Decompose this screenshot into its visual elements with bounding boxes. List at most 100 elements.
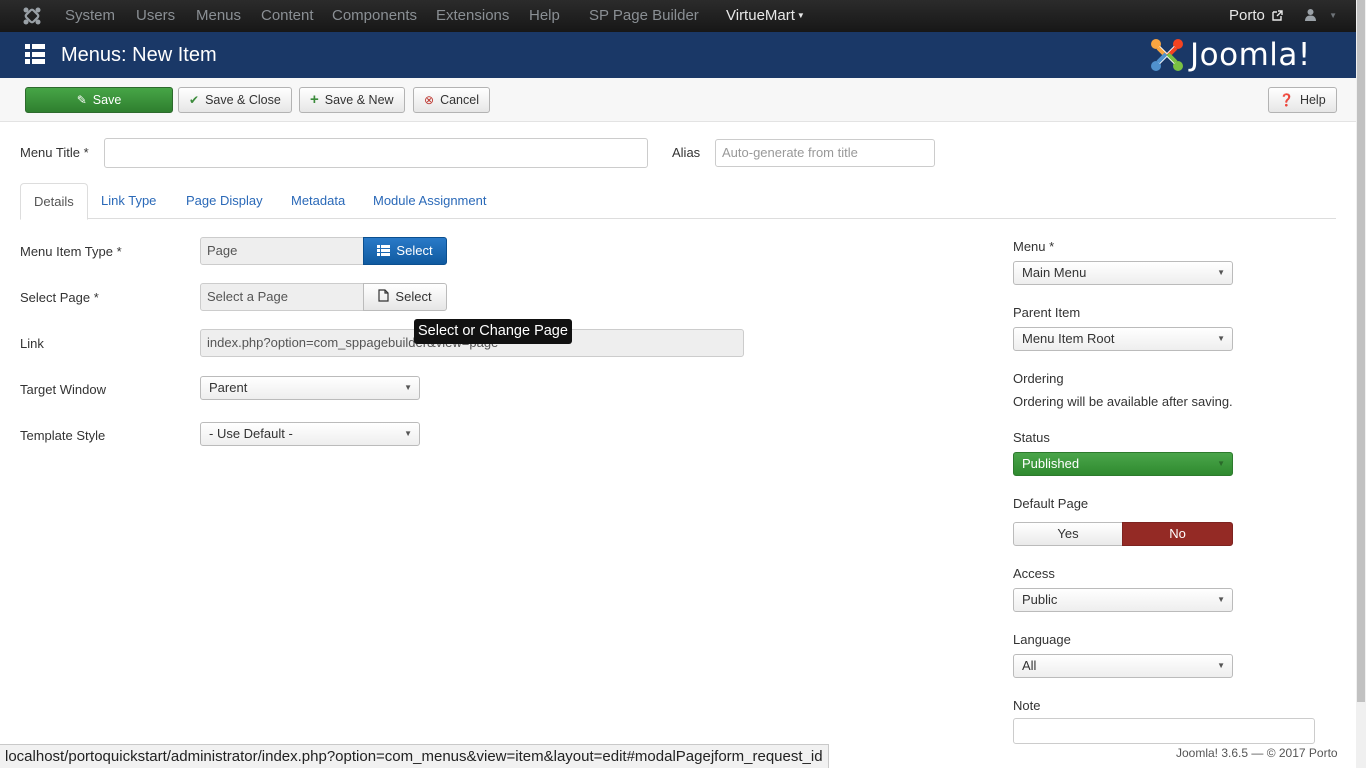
status-select[interactable]: Published ▼	[1013, 452, 1233, 476]
target-window-label: Target Window	[20, 382, 106, 397]
default-page-yes[interactable]: Yes	[1013, 522, 1123, 546]
menu-item-type-select-button[interactable]: Select	[363, 237, 447, 265]
chevron-down-icon: ▼	[1217, 459, 1225, 468]
menu-item-type-label: Menu Item Type *	[20, 244, 122, 259]
save-close-button[interactable]: ✔ Save & Close	[178, 87, 292, 113]
chevron-down-icon: ▼	[404, 383, 412, 392]
parent-item-value: Menu Item Root	[1022, 331, 1115, 346]
alias-input[interactable]: Auto-generate from title	[715, 139, 935, 167]
site-name: Porto	[1229, 7, 1265, 24]
top-navbar: System Users Menus Content Components Ex…	[0, 0, 1356, 32]
chevron-down-icon: ▼	[404, 429, 412, 438]
select-page-button[interactable]: Select	[363, 283, 447, 311]
nav-virtuemart[interactable]: VirtueMart ▼	[726, 0, 805, 32]
caret-down-icon: ▼	[796, 11, 805, 20]
tab-metadata[interactable]: Metadata	[278, 183, 358, 219]
tab-bar: Details Link Type Page Display Metadata …	[20, 183, 1336, 220]
save-button[interactable]: ✎ Save	[25, 87, 173, 113]
save-new-label: Save & New	[324, 93, 394, 107]
brand-name: Joomla!	[1190, 37, 1311, 73]
menu-value: Main Menu	[1022, 265, 1087, 280]
menu-title-input[interactable]	[104, 138, 648, 168]
link-label: Link	[20, 336, 44, 351]
page-header: Menus: New Item Joomla!	[0, 32, 1356, 78]
target-window-value: Parent	[209, 380, 248, 395]
access-value: Public	[1022, 592, 1058, 607]
language-value: All	[1022, 658, 1037, 673]
nav-help[interactable]: Help	[529, 0, 560, 32]
status-label: Status	[1013, 430, 1050, 445]
parent-item-label: Parent Item	[1013, 305, 1081, 320]
menu-title-label: Menu Title *	[20, 145, 89, 160]
menu-label: Menu *	[1013, 239, 1055, 254]
tab-module-assignment[interactable]: Module Assignment	[360, 183, 499, 219]
status-value: Published	[1022, 456, 1080, 471]
joomla-brand-icon	[1151, 39, 1183, 71]
list-icon	[25, 44, 45, 64]
note-input[interactable]	[1013, 718, 1315, 744]
edit-icon: ✎	[76, 93, 87, 107]
check-icon: ✔	[189, 93, 200, 107]
default-page-label: Default Page	[1013, 496, 1089, 511]
nav-virtuemart-label: VirtueMart	[726, 7, 795, 24]
default-page-no[interactable]: No	[1122, 522, 1233, 546]
nav-extensions[interactable]: Extensions	[436, 0, 509, 32]
tooltip: Select or Change Page	[414, 319, 572, 344]
browser-status-bar: localhost/portoquickstart/administrator/…	[0, 744, 829, 768]
chevron-down-icon: ▼	[1217, 595, 1225, 604]
scrollbar-thumb[interactable]	[1357, 0, 1365, 702]
list-icon	[377, 245, 391, 256]
template-style-label: Template Style	[20, 428, 106, 443]
select-label: Select	[396, 243, 433, 258]
alias-label: Alias	[672, 145, 701, 160]
select-page-label: Select Page *	[20, 290, 99, 305]
access-label: Access	[1013, 566, 1055, 581]
tab-details[interactable]: Details	[20, 183, 88, 220]
nav-system[interactable]: System	[65, 0, 115, 32]
ordering-label: Ordering	[1013, 371, 1064, 386]
user-menu[interactable]: ▼	[1304, 0, 1337, 32]
chevron-down-icon: ▼	[1217, 661, 1225, 670]
plus-icon: +	[310, 91, 319, 108]
page-title: Menus: New Item	[61, 44, 217, 66]
scrollbar[interactable]	[1356, 0, 1366, 768]
tab-page-display[interactable]: Page Display	[173, 183, 276, 219]
file-icon	[378, 289, 390, 302]
joomla-logo-icon[interactable]	[22, 6, 42, 26]
ordering-text: Ordering will be available after saving.	[1013, 394, 1233, 409]
help-label: Help	[1299, 93, 1326, 107]
joomla-brand: Joomla!	[1148, 36, 1338, 74]
user-icon	[1305, 9, 1316, 21]
select-page-field: Select a Page	[200, 283, 364, 311]
footer-text: Joomla! 3.6.5 — © 2017 Porto	[1176, 746, 1338, 760]
nav-components[interactable]: Components	[332, 0, 417, 32]
parent-item-select[interactable]: Menu Item Root ▼	[1013, 327, 1233, 351]
template-style-select[interactable]: - Use Default - ▼	[200, 422, 420, 446]
target-window-select[interactable]: Parent ▼	[200, 376, 420, 400]
nav-menus[interactable]: Menus	[196, 0, 241, 32]
nav-sp-page-builder[interactable]: SP Page Builder	[589, 0, 699, 32]
language-select[interactable]: All ▼	[1013, 654, 1233, 678]
save-close-label: Save & Close	[205, 93, 281, 107]
tab-link-type[interactable]: Link Type	[88, 183, 169, 219]
external-link-icon	[1272, 10, 1283, 21]
caret-down-icon: ▼	[1329, 11, 1338, 20]
menu-select[interactable]: Main Menu ▼	[1013, 261, 1233, 285]
cancel-icon: ⊗	[424, 93, 435, 107]
nav-content[interactable]: Content	[261, 0, 314, 32]
select-label: Select	[395, 289, 432, 304]
save-new-button[interactable]: + Save & New	[299, 87, 405, 113]
cancel-label: Cancel	[440, 93, 479, 107]
question-icon: ❓	[1279, 93, 1294, 107]
chevron-down-icon: ▼	[1217, 334, 1225, 343]
note-label: Note	[1013, 698, 1041, 713]
site-link[interactable]: Porto	[1229, 0, 1283, 32]
menu-item-type-field: Page	[200, 237, 364, 265]
help-button[interactable]: ❓ Help	[1268, 87, 1337, 113]
cancel-button[interactable]: ⊗ Cancel	[413, 87, 490, 113]
toolbar: ✎ Save ✔ Save & Close + Save & New ⊗ Cancel …	[0, 78, 1356, 122]
nav-users[interactable]: Users	[136, 0, 175, 32]
template-style-value: - Use Default -	[209, 426, 293, 441]
access-select[interactable]: Public ▼	[1013, 588, 1233, 612]
save-button-label: Save	[92, 93, 122, 107]
